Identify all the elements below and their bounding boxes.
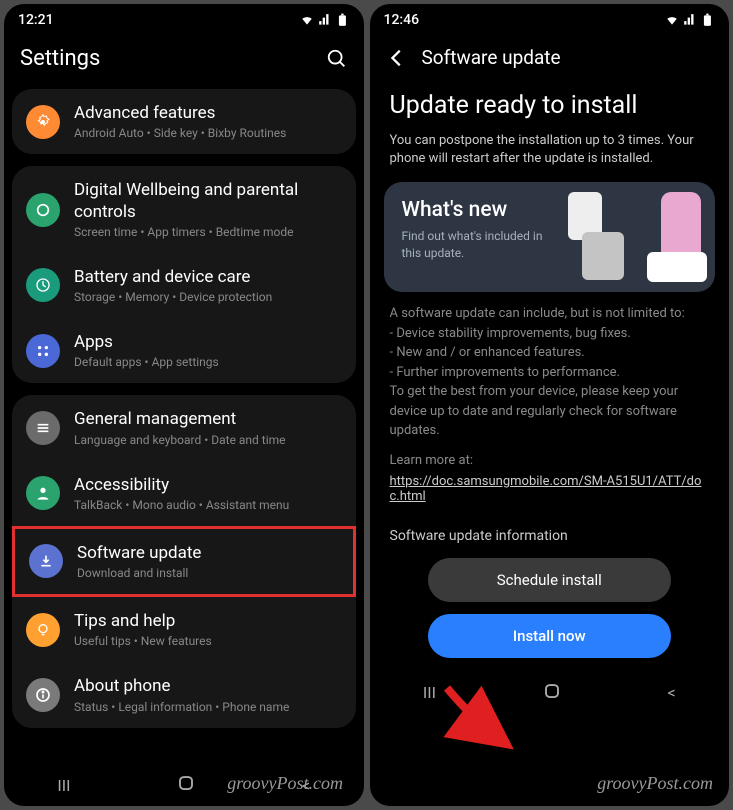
statusbar: 12:46 xyxy=(370,4,730,32)
install-now-button[interactable]: Install now xyxy=(428,614,671,658)
settings-item-apps[interactable]: Apps Default apps • App settings xyxy=(12,318,356,383)
settings-item-text: About phone Status • Legal information • … xyxy=(74,676,342,713)
settings-item-title: Battery and device care xyxy=(74,267,342,288)
phone-right: 12:46 Software update Update ready to in… xyxy=(370,4,730,806)
settings-item-text: Digital Wellbeing and parental controls S… xyxy=(74,180,342,239)
software-update-info-label: Software update information xyxy=(370,504,730,550)
status-time: 12:21 xyxy=(18,12,54,28)
circle-icon xyxy=(26,193,60,227)
battery-icon xyxy=(336,13,350,27)
settings-item-accessibility[interactable]: Accessibility TalkBack • Mono audio • Ass… xyxy=(12,461,356,526)
whats-new-card[interactable]: What's new Find out what's included in t… xyxy=(384,182,716,292)
back-button[interactable]: < xyxy=(667,683,675,702)
person-icon xyxy=(26,476,60,510)
status-time: 12:46 xyxy=(384,12,420,28)
statusbar: 12:21 xyxy=(4,4,364,32)
settings-item-battery-and-device-care[interactable]: Battery and device care Storage • Memory … xyxy=(12,253,356,318)
settings-item-digital-wellbeing-and-parental-controls[interactable]: Digital Wellbeing and parental controls S… xyxy=(12,166,356,253)
gear-icon xyxy=(26,105,60,139)
settings-item-about-phone[interactable]: About phone Status • Legal information • … xyxy=(12,662,356,727)
signal-icon xyxy=(318,13,332,27)
status-icons xyxy=(665,12,715,28)
update-header: Software update xyxy=(370,32,730,87)
whats-new-images xyxy=(558,192,707,282)
settings-item-text: Software update Download and install xyxy=(77,543,339,580)
settings-item-text: Accessibility TalkBack • Mono audio • Ass… xyxy=(74,475,342,512)
settings-item-title: Accessibility xyxy=(74,475,342,496)
recents-button[interactable]: III xyxy=(57,776,70,795)
nav-bar: III < xyxy=(370,668,730,714)
settings-item-advanced-features[interactable]: Advanced features Android Auto • Side key… xyxy=(12,89,356,154)
nav-bar: III < xyxy=(4,760,364,806)
settings-group: General management Language and keyboard … xyxy=(12,395,356,727)
settings-item-subtitle: Storage • Memory • Device protection xyxy=(74,290,342,304)
whats-new-subtitle: Find out what's included in this update. xyxy=(402,228,565,260)
status-icons xyxy=(300,12,350,28)
settings-item-subtitle: Status • Legal information • Phone name xyxy=(74,700,342,714)
settings-item-title: Apps xyxy=(74,332,342,353)
signal-icon xyxy=(683,13,697,27)
battery-icon xyxy=(26,268,60,302)
settings-item-subtitle: Screen time • App timers • Bedtime mode xyxy=(74,225,342,239)
bulb-icon xyxy=(26,613,60,647)
settings-item-title: Software update xyxy=(77,543,339,564)
update-description: You can postpone the installation up to … xyxy=(370,132,730,182)
settings-item-title: Digital Wellbeing and parental controls xyxy=(74,180,342,223)
settings-item-title: Advanced features xyxy=(74,103,342,124)
search-icon[interactable] xyxy=(326,48,348,70)
bars-icon xyxy=(26,411,60,445)
action-buttons: Schedule install Install now xyxy=(370,550,730,668)
settings-item-subtitle: Download and install xyxy=(77,566,339,580)
page-title: Software update xyxy=(422,46,714,69)
settings-item-title: General management xyxy=(74,409,342,430)
home-button[interactable] xyxy=(177,774,195,796)
battery-icon xyxy=(701,13,715,27)
update-title: Update ready to install xyxy=(370,87,730,132)
settings-item-text: Battery and device care Storage • Memory … xyxy=(74,267,342,304)
schedule-install-button[interactable]: Schedule install xyxy=(428,558,671,602)
download-icon xyxy=(29,544,63,578)
back-icon[interactable] xyxy=(386,47,408,69)
recents-button[interactable]: III xyxy=(423,683,436,702)
settings-item-text: Advanced features Android Auto • Side key… xyxy=(74,103,342,140)
wifi-icon xyxy=(300,13,314,27)
settings-item-software-update[interactable]: Software update Download and install xyxy=(12,526,356,597)
back-button[interactable]: < xyxy=(302,776,310,795)
settings-item-subtitle: Language and keyboard • Date and time xyxy=(74,433,342,447)
settings-group: Digital Wellbeing and parental controls S… xyxy=(12,166,356,383)
settings-item-general-management[interactable]: General management Language and keyboard … xyxy=(12,395,356,460)
info-icon xyxy=(26,678,60,712)
settings-item-title: About phone xyxy=(74,676,342,697)
settings-header: Settings xyxy=(4,32,364,89)
settings-list[interactable]: Advanced features Android Auto • Side key… xyxy=(4,89,364,760)
settings-item-title: Tips and help xyxy=(74,611,342,632)
settings-item-subtitle: Useful tips • New features xyxy=(74,634,342,648)
settings-item-subtitle: TalkBack • Mono audio • Assistant menu xyxy=(74,498,342,512)
settings-group: Advanced features Android Auto • Side key… xyxy=(12,89,356,154)
page-title: Settings xyxy=(20,46,312,71)
learn-more-label: Learn more at: xyxy=(370,453,730,468)
settings-item-text: Tips and help Useful tips • New features xyxy=(74,611,342,648)
update-info: A software update can include, but is no… xyxy=(370,304,730,453)
settings-item-text: Apps Default apps • App settings xyxy=(74,332,342,369)
wifi-icon xyxy=(665,13,679,27)
settings-item-subtitle: Android Auto • Side key • Bixby Routines xyxy=(74,126,342,140)
settings-item-text: General management Language and keyboard … xyxy=(74,409,342,446)
settings-item-tips-and-help[interactable]: Tips and help Useful tips • New features xyxy=(12,597,356,662)
home-button[interactable] xyxy=(543,682,561,704)
learn-more-link[interactable]: https://doc.samsungmobile.com/SM-A515U1/… xyxy=(370,474,730,504)
grid-icon xyxy=(26,334,60,368)
settings-item-subtitle: Default apps • App settings xyxy=(74,355,342,369)
phone-left: 12:21 Settings Advanced features Android … xyxy=(4,4,364,806)
